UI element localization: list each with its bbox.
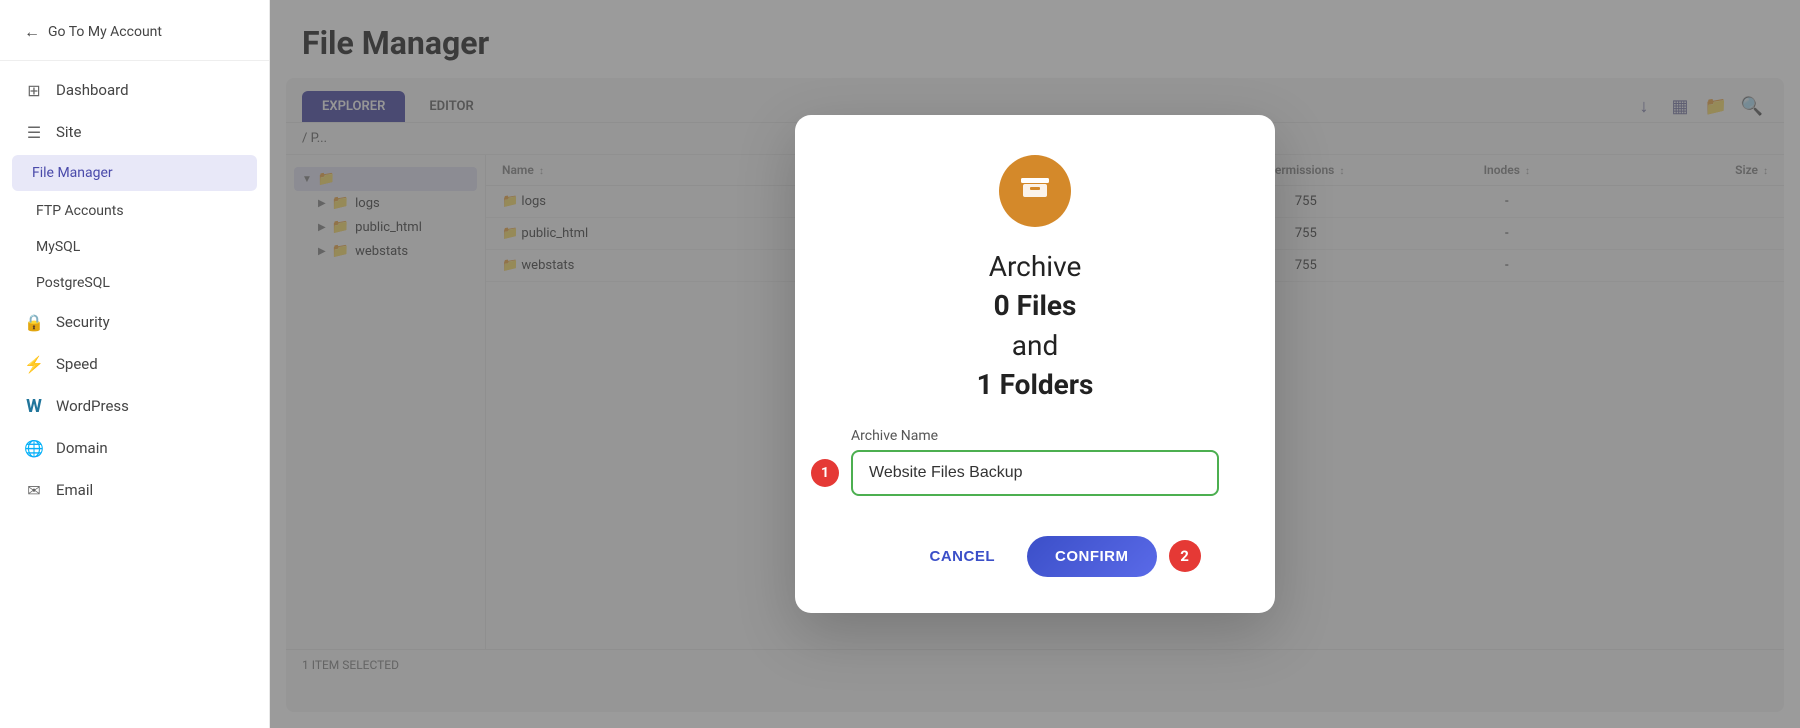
go-to-account-link[interactable]: ← Go To My Account (0, 12, 269, 52)
archive-name-input[interactable] (851, 450, 1219, 496)
sidebar-divider (0, 60, 269, 61)
sidebar-label-dashboard: Dashboard (56, 81, 129, 99)
badge-2-wrap: 2 (1169, 540, 1201, 572)
sidebar-item-site[interactable]: ☰ Site (0, 111, 269, 153)
archive-icon (1018, 170, 1052, 212)
back-arrow-icon: ← (24, 22, 40, 42)
sidebar-label-domain: Domain (56, 439, 108, 457)
dialog-title-bold1: 0 Files (994, 289, 1077, 322)
mysql-label: MySQL (36, 239, 80, 255)
sidebar-item-mysql[interactable]: MySQL (0, 229, 269, 265)
sidebar-label-security: Security (56, 313, 110, 331)
speed-icon: ⚡ (24, 354, 44, 374)
sidebar: ← Go To My Account ⊞ Dashboard ☰ Site Fi… (0, 0, 270, 728)
dialog-actions: CANCEL CONFIRM 2 (914, 536, 1157, 577)
sidebar-label-email: Email (56, 481, 93, 499)
dialog-title: Archive 0 Files and 1 Folders (977, 247, 1094, 404)
cancel-button[interactable]: CANCEL (914, 538, 1012, 575)
modal-overlay: Archive 0 Files and 1 Folders Archive Na… (270, 0, 1800, 728)
sidebar-item-wordpress[interactable]: W WordPress (0, 385, 269, 427)
wordpress-icon: W (24, 396, 44, 416)
site-icon: ☰ (24, 122, 44, 142)
file-manager-label: File Manager (32, 165, 113, 181)
dialog-icon-circle (999, 155, 1071, 227)
domain-icon: 🌐 (24, 438, 44, 458)
sidebar-item-postgresql[interactable]: PostgreSQL (0, 265, 269, 301)
archive-name-field-wrap: 1 (851, 450, 1219, 496)
dialog-title-bold2: 1 Folders (977, 368, 1094, 401)
confirm-button[interactable]: CONFIRM (1027, 536, 1157, 577)
ftp-accounts-label: FTP Accounts (36, 203, 124, 219)
badge-1: 1 (811, 459, 839, 487)
back-label: Go To My Account (48, 24, 162, 40)
badge-2: 2 (1169, 540, 1201, 572)
sidebar-item-ftp-accounts[interactable]: FTP Accounts (0, 193, 269, 229)
sidebar-item-speed[interactable]: ⚡ Speed (0, 343, 269, 385)
email-icon: ✉ (24, 480, 44, 500)
archive-name-label: Archive Name (851, 428, 938, 444)
sidebar-label-speed: Speed (56, 355, 98, 373)
postgresql-label: PostgreSQL (36, 275, 110, 291)
sidebar-item-email[interactable]: ✉ Email (0, 469, 269, 511)
sidebar-item-dashboard[interactable]: ⊞ Dashboard (0, 69, 269, 111)
sidebar-label-site: Site (56, 123, 81, 141)
sidebar-item-file-manager[interactable]: File Manager (12, 155, 257, 191)
sidebar-item-domain[interactable]: 🌐 Domain (0, 427, 269, 469)
dialog-title-line2: and (1012, 329, 1058, 362)
dashboard-icon: ⊞ (24, 80, 44, 100)
sidebar-item-security[interactable]: 🔒 Security (0, 301, 269, 343)
main-area: File Manager EXPLORER EDITOR ↓ ▦ 📁 🔍 / P… (270, 0, 1800, 728)
dialog-title-line1: Archive (989, 250, 1082, 283)
archive-dialog: Archive 0 Files and 1 Folders Archive Na… (795, 115, 1275, 613)
security-icon: 🔒 (24, 312, 44, 332)
sidebar-label-wordpress: WordPress (56, 397, 129, 415)
